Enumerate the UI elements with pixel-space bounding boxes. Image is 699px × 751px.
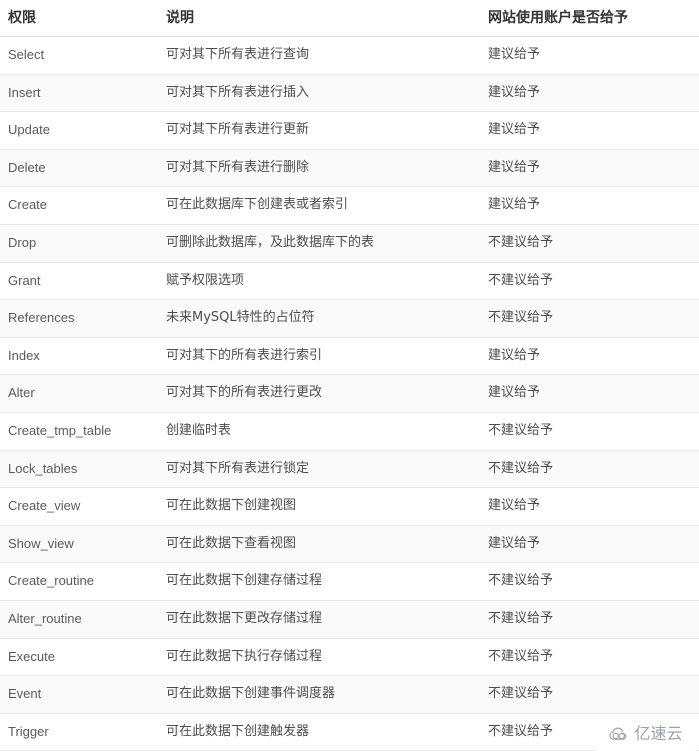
cell-privilege-advice: 不建议给予 [480,224,699,263]
table-row: Create_view 可在此数据下创建视图 建议给予 [0,487,699,526]
column-header-advice: 网站使用账户是否给予 [480,0,699,37]
cell-privilege-name: Select [0,36,158,75]
table-row: Alter 可对其下的所有表进行更改 建议给予 [0,374,699,413]
cell-privilege-advice: 建议给予 [480,74,699,113]
cell-privilege-name: Create_routine [0,562,158,601]
table-header: 权限 说明 网站使用账户是否给予 [0,0,699,37]
cell-privilege-description: 可在此数据下创建存储过程 [158,562,480,601]
table-row: Lock_tables 可对其下所有表进行锁定 不建议给予 [0,450,699,489]
cell-privilege-description: 可对其下的所有表进行索引 [158,337,480,376]
table-row: Select 可对其下所有表进行查询 建议给予 [0,36,699,75]
table-row: Insert 可对其下所有表进行插入 建议给予 [0,74,699,113]
table-row: Update 可对其下所有表进行更新 建议给予 [0,111,699,150]
table-row: Drop 可删除此数据库，及此数据库下的表 不建议给予 [0,224,699,263]
table-row: Show_view 可在此数据下查看视图 建议给予 [0,525,699,564]
cell-privilege-advice: 不建议给予 [480,675,699,714]
table-row: Execute 可在此数据下执行存储过程 不建议给予 [0,638,699,677]
cell-privilege-name: Event [0,675,158,714]
cell-privilege-name: References [0,299,158,338]
cell-privilege-name: Index [0,337,158,376]
cell-privilege-name: Create_view [0,487,158,526]
cell-privilege-description: 可在此数据库下创建表或者索引 [158,186,480,225]
cell-privilege-advice: 建议给予 [480,111,699,150]
cell-privilege-advice: 不建议给予 [480,262,699,301]
table-header-row: 权限 说明 网站使用账户是否给予 [0,0,699,37]
cell-privilege-name: Drop [0,224,158,263]
cell-privilege-description: 可对其下所有表进行删除 [158,149,480,188]
cell-privilege-advice: 建议给予 [480,337,699,376]
cell-privilege-advice: 建议给予 [480,487,699,526]
cell-privilege-description: 可对其下所有表进行更新 [158,111,480,150]
cell-privilege-description: 创建临时表 [158,412,480,451]
cell-privilege-name: Delete [0,149,158,188]
cell-privilege-name: Show_view [0,525,158,564]
cell-privilege-advice: 不建议给予 [480,412,699,451]
table-row: References 未来MySQL特性的占位符 不建议给予 [0,299,699,338]
cell-privilege-advice: 不建议给予 [480,713,699,751]
table-row: Alter_routine 可在此数据下更改存储过程 不建议给予 [0,600,699,639]
table-row: Event 可在此数据下创建事件调度器 不建议给予 [0,675,699,714]
cell-privilege-advice: 建议给予 [480,374,699,413]
cell-privilege-name: Execute [0,638,158,677]
table-row: Create_routine 可在此数据下创建存储过程 不建议给予 [0,562,699,601]
cell-privilege-description: 可对其下所有表进行锁定 [158,450,480,489]
cell-privilege-advice: 不建议给予 [480,450,699,489]
table-body: Select 可对其下所有表进行查询 建议给予 Insert 可对其下所有表进行插入 建议… [0,36,699,751]
table-row: Trigger 可在此数据下创建触发器 不建议给予 [0,713,699,751]
cell-privilege-advice: 建议给予 [480,36,699,75]
table-row: Delete 可对其下所有表进行删除 建议给予 [0,149,699,188]
cell-privilege-name: Grant [0,262,158,301]
table-row: Grant 赋予权限选项 不建议给予 [0,262,699,301]
cell-privilege-advice: 建议给予 [480,525,699,564]
column-header-description: 说明 [158,0,480,37]
cell-privilege-description: 可在此数据下查看视图 [158,525,480,564]
cell-privilege-description: 可删除此数据库，及此数据库下的表 [158,224,480,263]
cell-privilege-description: 可在此数据下执行存储过程 [158,638,480,677]
cell-privilege-name: Alter [0,374,158,413]
cell-privilege-description: 可在此数据下创建视图 [158,487,480,526]
cell-privilege-description: 可在此数据下创建事件调度器 [158,675,480,714]
cell-privilege-name: Trigger [0,713,158,751]
cell-privilege-description: 赋予权限选项 [158,262,480,301]
cell-privilege-description: 可对其下的所有表进行更改 [158,374,480,413]
permissions-table: 权限 说明 网站使用账户是否给予 Select 可对其下所有表进行查询 建议给予 In… [0,0,699,751]
cell-privilege-name: Create [0,186,158,225]
cell-privilege-advice: 不建议给予 [480,638,699,677]
table-row: Create 可在此数据库下创建表或者索引 建议给予 [0,186,699,225]
cell-privilege-name: Lock_tables [0,450,158,489]
cell-privilege-name: Update [0,111,158,150]
cell-privilege-description: 可对其下所有表进行插入 [158,74,480,113]
cell-privilege-description: 可在此数据下创建触发器 [158,713,480,751]
cell-privilege-description: 可对其下所有表进行查询 [158,36,480,75]
table-row: Create_tmp_table 创建临时表 不建议给予 [0,412,699,451]
cell-privilege-name: Create_tmp_table [0,412,158,451]
permissions-table-container: 权限 说明 网站使用账户是否给予 Select 可对其下所有表进行查询 建议给予 In… [0,0,699,751]
table-row: Index 可对其下的所有表进行索引 建议给予 [0,337,699,376]
column-header-privilege: 权限 [0,0,158,37]
cell-privilege-description: 可在此数据下更改存储过程 [158,600,480,639]
cell-privilege-name: Alter_routine [0,600,158,639]
cell-privilege-advice: 不建议给予 [480,562,699,601]
cell-privilege-advice: 建议给予 [480,149,699,188]
cell-privilege-advice: 不建议给予 [480,600,699,639]
cell-privilege-name: Insert [0,74,158,113]
cell-privilege-description: 未来MySQL特性的占位符 [158,299,480,338]
cell-privilege-advice: 不建议给予 [480,299,699,338]
cell-privilege-advice: 建议给予 [480,186,699,225]
